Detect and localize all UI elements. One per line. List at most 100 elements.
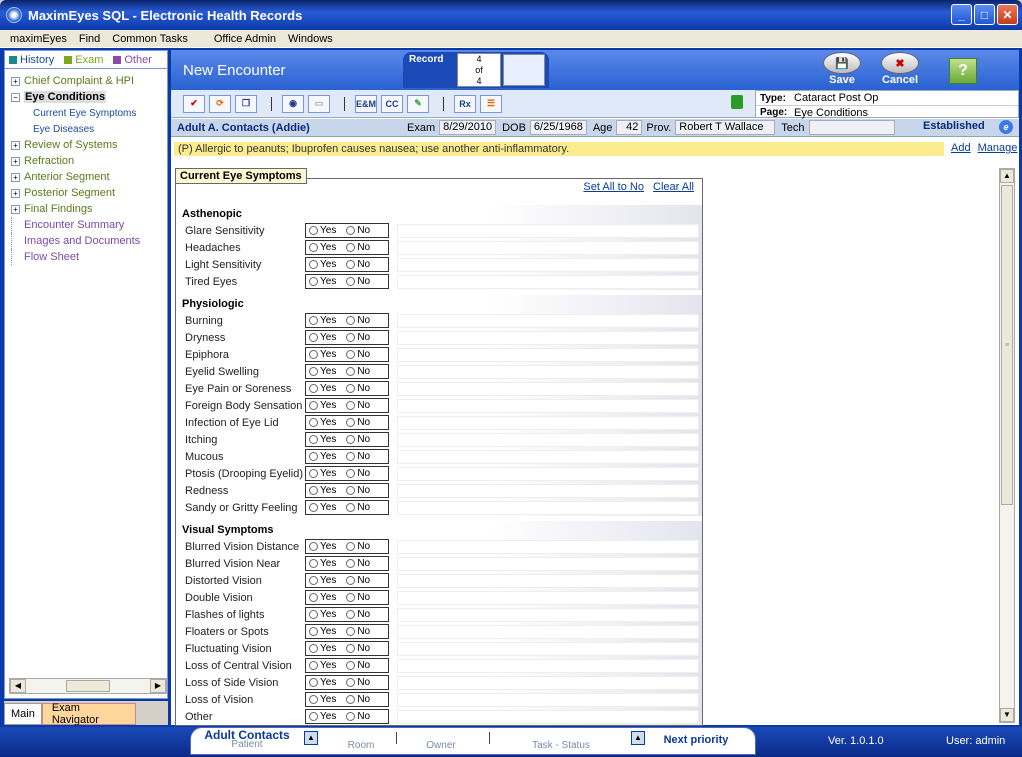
maximize-button[interactable]: □: [974, 4, 995, 25]
yes-radio[interactable]: Yes: [309, 502, 336, 513]
clear-all-link[interactable]: Clear All: [653, 181, 694, 193]
menu-common-tasks[interactable]: Common Tasks: [106, 33, 194, 45]
horizontal-scrollbar[interactable]: ◀ ▶: [9, 678, 167, 694]
cc-button[interactable]: CC: [381, 94, 403, 113]
pencil-icon[interactable]: ✎: [407, 94, 429, 113]
tree-item[interactable]: + Chief Complaint & HPI: [11, 73, 167, 89]
tree-item[interactable]: Images and Documents: [11, 233, 167, 249]
scroll-down-icon[interactable]: ▼: [1000, 708, 1014, 722]
no-radio[interactable]: No: [346, 485, 370, 496]
symptom-note-field[interactable]: [397, 257, 699, 272]
symptom-note-field[interactable]: [397, 449, 699, 464]
queue-patient[interactable]: Adult Contacts Patient: [201, 728, 293, 750]
allergy-manage-link[interactable]: Manage: [978, 142, 1018, 154]
refresh-icon[interactable]: ⟳: [209, 94, 231, 113]
no-radio[interactable]: No: [346, 660, 370, 671]
no-radio[interactable]: No: [346, 502, 370, 513]
list-icon[interactable]: ☰: [480, 94, 502, 113]
scroll-thumb[interactable]: [66, 680, 110, 692]
symptom-note-field[interactable]: [397, 432, 699, 447]
scroll-thumb[interactable]: ≡: [1001, 185, 1013, 505]
no-radio[interactable]: No: [346, 558, 370, 569]
e-icon[interactable]: e: [999, 120, 1013, 134]
symptom-note-field[interactable]: [397, 624, 699, 639]
yes-radio[interactable]: Yes: [309, 592, 336, 603]
yes-radio[interactable]: Yes: [309, 332, 336, 343]
expand-icon[interactable]: +: [11, 156, 20, 166]
eye-icon[interactable]: ◉: [282, 94, 304, 113]
no-radio[interactable]: No: [346, 400, 370, 411]
yes-radio[interactable]: Yes: [309, 434, 336, 445]
yes-radio[interactable]: Yes: [309, 225, 336, 236]
tree-item[interactable]: Encounter Summary: [11, 217, 167, 233]
menu-maximeyes[interactable]: maximEyes: [4, 33, 73, 45]
up-arrow-icon[interactable]: ▲: [304, 731, 318, 745]
no-radio[interactable]: No: [346, 315, 370, 326]
no-radio[interactable]: No: [346, 242, 370, 253]
symptom-note-field[interactable]: [397, 364, 699, 379]
tree-item[interactable]: + Posterior Segment: [11, 185, 167, 201]
copy-icon[interactable]: ❐: [235, 94, 257, 113]
no-radio[interactable]: No: [346, 626, 370, 637]
record-card-icon[interactable]: [503, 54, 545, 86]
no-radio[interactable]: No: [346, 383, 370, 394]
no-radio[interactable]: No: [346, 259, 370, 270]
yes-radio[interactable]: Yes: [309, 541, 336, 552]
expand-icon[interactable]: +: [11, 188, 20, 198]
scroll-left-icon[interactable]: ◀: [10, 679, 26, 693]
symptom-note-field[interactable]: [397, 692, 699, 707]
symptom-note-field[interactable]: [397, 330, 699, 345]
yes-radio[interactable]: Yes: [309, 276, 336, 287]
collapse-icon[interactable]: −: [11, 92, 20, 102]
symptom-note-field[interactable]: [397, 709, 699, 724]
scroll-right-icon[interactable]: ▶: [150, 679, 166, 693]
symptom-note-field[interactable]: [397, 675, 699, 690]
filter-history[interactable]: History: [9, 54, 54, 66]
yes-radio[interactable]: Yes: [309, 383, 336, 394]
lock-icon[interactable]: [731, 95, 743, 109]
no-radio[interactable]: No: [346, 694, 370, 705]
symptom-note-field[interactable]: [397, 500, 699, 515]
rx-button[interactable]: Rx: [454, 94, 476, 113]
no-radio[interactable]: No: [346, 332, 370, 343]
no-radio[interactable]: No: [346, 468, 370, 479]
yes-radio[interactable]: Yes: [309, 366, 336, 377]
yes-radio[interactable]: Yes: [309, 468, 336, 479]
set-all-no-link[interactable]: Set All to No: [583, 181, 644, 193]
tree-item[interactable]: + Anterior Segment: [11, 169, 167, 185]
yes-radio[interactable]: Yes: [309, 626, 336, 637]
checkmark-icon[interactable]: ✔: [183, 94, 205, 113]
symptom-note-field[interactable]: [397, 590, 699, 605]
symptom-note-field[interactable]: [397, 466, 699, 481]
tree-item[interactable]: Flow Sheet: [11, 249, 167, 265]
yes-radio[interactable]: Yes: [309, 417, 336, 428]
tree-item[interactable]: + Refraction: [11, 153, 167, 169]
yes-radio[interactable]: Yes: [309, 575, 336, 586]
menu-windows[interactable]: Windows: [282, 33, 339, 45]
document-icon[interactable]: ▭: [308, 94, 330, 113]
symptom-note-field[interactable]: [397, 274, 699, 289]
yes-radio[interactable]: Yes: [309, 643, 336, 654]
symptom-note-field[interactable]: [397, 240, 699, 255]
tree-item[interactable]: + Review of Systems: [11, 137, 167, 153]
em-button[interactable]: E&M: [355, 94, 377, 113]
no-radio[interactable]: No: [346, 575, 370, 586]
save-button[interactable]: 💾 Save: [823, 52, 861, 86]
symptom-note-field[interactable]: [397, 658, 699, 673]
no-radio[interactable]: No: [346, 349, 370, 360]
no-radio[interactable]: No: [346, 609, 370, 620]
no-radio[interactable]: No: [346, 541, 370, 552]
symptom-note-field[interactable]: [397, 415, 699, 430]
yes-radio[interactable]: Yes: [309, 315, 336, 326]
symptom-note-field[interactable]: [397, 483, 699, 498]
yes-radio[interactable]: Yes: [309, 400, 336, 411]
expand-icon[interactable]: +: [11, 76, 20, 86]
no-radio[interactable]: No: [346, 366, 370, 377]
filter-other[interactable]: Other: [113, 54, 152, 66]
symptom-note-field[interactable]: [397, 607, 699, 622]
vertical-scrollbar[interactable]: ▲ ≡ ▼: [999, 168, 1015, 723]
allergy-add-link[interactable]: Add: [951, 142, 971, 154]
symptom-note-field[interactable]: [397, 381, 699, 396]
no-radio[interactable]: No: [346, 451, 370, 462]
help-button[interactable]: ?: [949, 58, 977, 84]
